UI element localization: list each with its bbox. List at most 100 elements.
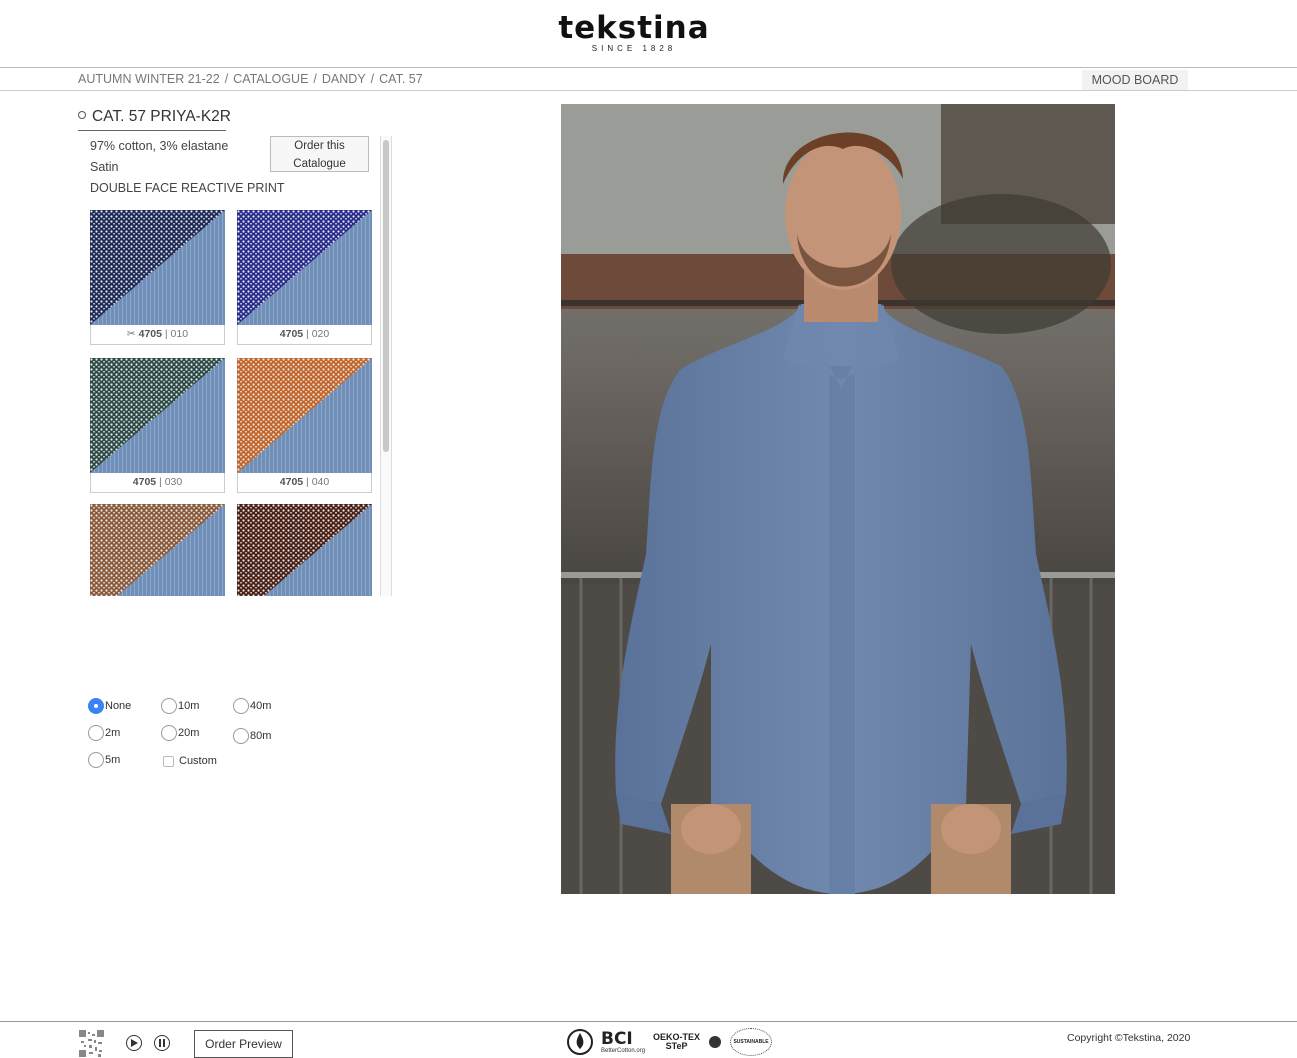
fabric-swatch-image [237,210,372,325]
radio-icon[interactable] [88,752,104,768]
play-button[interactable] [126,1035,142,1051]
breadcrumb-item[interactable]: CAT. 57 [379,72,423,86]
swatch-color-code: 040 [311,476,330,488]
qty-label: None [105,700,132,712]
fabric-swatch-image [90,358,225,473]
qty-option-none[interactable]: None [88,698,131,714]
step-text: STeP [665,1041,688,1051]
product-title: CAT. 57 PRIYA-K2R [78,108,231,131]
qr-code-icon[interactable] [79,1030,104,1057]
sustainable-logo: SUSTAINABLE [730,1028,773,1056]
oeko-tex-logo: OEKO-TEX STeP [653,1033,700,1051]
qty-option-80m[interactable]: 80m [233,728,271,744]
swatch-article: 4705 [138,328,162,340]
fabric-swatch-image [237,504,372,596]
qty-option-10m[interactable]: 10m [161,698,199,714]
qty-label: 10m [178,700,200,712]
checkbox-icon[interactable] [163,755,174,767]
sustainable-text: SUSTAINABLE [733,1039,769,1045]
swatch-label: 4705 | 040 [237,473,372,493]
pause-button[interactable] [154,1035,170,1051]
header-divider-top [0,67,1297,68]
swatch-separator: | [156,476,165,488]
radio-icon[interactable] [161,698,177,714]
swatch-image[interactable] [237,504,372,596]
radio-icon[interactable] [233,728,249,744]
scrollbar-thumb[interactable] [383,140,389,452]
product-finish: DOUBLE FACE REACTIVE PRINT [90,181,285,195]
swatch-tile[interactable]: 4705 | 030 [90,358,225,493]
order-catalogue-button[interactable]: Order this Catalogue [270,136,369,172]
swatch-image[interactable] [237,358,372,473]
swatch-separator: | [303,328,312,340]
order-catalogue-line2: Catalogue [293,158,346,170]
bullet-icon [78,111,86,119]
swatch-label: 4705 | 030 [90,473,225,493]
swatch-image[interactable] [237,210,372,325]
pause-icon [159,1039,165,1047]
qty-option-40m[interactable]: 40m [233,698,271,714]
certifications: BCI BetterCotton.org OEKO-TEX STeP SUSTA… [567,1027,773,1057]
qty-option-custom[interactable]: Custom [163,755,217,767]
brand-logo[interactable]: tekstina SINCE 1828 [544,12,724,53]
product-weave: Satin [90,160,119,174]
swatch-label: ✂ 4705 | 010 [90,325,225,345]
swatch-image[interactable] [90,358,225,473]
swatch-grid[interactable]: ✂ 4705 | 010 4705 | 020 4705 | 030 4705 | 0… [90,210,378,596]
brand-name: tekstina [558,10,710,46]
model-photo [561,104,1115,894]
product-title-text: CAT. 57 PRIYA-K2R [92,108,231,125]
swatch-tile[interactable] [90,504,225,596]
qty-option-2m[interactable]: 2m [88,725,120,741]
swatch-article: 4705 [279,476,304,488]
swatch-color-code: 010 [170,328,189,340]
swatch-tile[interactable]: ✂ 4705 | 010 [90,210,225,345]
fabric-swatch-image [90,504,225,596]
swatch-tile[interactable] [237,504,372,596]
breadcrumb: AUTUMN WINTER 21-22/CATALOGUE / DANDY / CAT.… [78,72,423,86]
fabric-swatch-image [90,210,225,325]
bci-logo: BCI BetterCotton.org [601,1028,646,1054]
swatch-scrollbar[interactable] [380,136,392,596]
swatch-color-code: 030 [164,476,183,488]
footer-divider [0,1021,1297,1022]
qty-label: Custom [179,755,217,767]
header-divider-bottom [0,90,1297,91]
swatch-separator: | [303,476,312,488]
qty-label: 40m [250,700,272,712]
mood-board-button[interactable]: MOOD BOARD [1082,70,1188,90]
swatch-tile[interactable]: 4705 | 020 [237,210,372,345]
swatch-image[interactable] [90,504,225,596]
breadcrumb-item[interactable]: AUTUMN WINTER 21-22 [78,72,220,86]
swatch-article: 4705 [132,476,157,488]
qty-label: 20m [178,727,200,739]
qty-label: 5m [105,754,121,766]
bci-text: BCI [601,1028,633,1049]
radio-icon[interactable] [88,725,104,741]
qty-option-5m[interactable]: 5m [88,752,120,768]
swatch-article: 4705 [279,328,304,340]
order-preview-button[interactable]: Order Preview [194,1030,293,1058]
swatch-separator: | [161,328,171,340]
fabric-swatch-image [237,358,372,473]
cotton-drop-logo-icon [567,1029,593,1055]
bci-url: BetterCotton.org [601,1047,646,1054]
radio-icon[interactable] [161,725,177,741]
qty-label: 2m [105,727,121,739]
qty-label: 80m [250,730,272,742]
order-catalogue-line1: Order this [294,140,345,152]
model-photo-image [561,104,1115,894]
swatch-label: 4705 | 020 [237,325,372,345]
breadcrumb-item[interactable]: CATALOGUE [233,72,308,86]
breadcrumb-item[interactable]: DANDY [322,72,366,86]
oeko-badge-icon [709,1036,722,1048]
radio-selected-icon[interactable] [88,698,104,714]
play-icon [131,1039,138,1047]
qty-option-20m[interactable]: 20m [161,725,199,741]
radio-icon[interactable] [233,698,249,714]
copyright-text: Copyright ©Tekstina, 2020 [1067,1032,1191,1044]
swatch-image[interactable] [90,210,225,325]
product-composition: 97% cotton, 3% elastane [90,139,229,153]
swatch-tile[interactable]: 4705 | 040 [237,358,372,493]
scissors-icon[interactable]: ✂ [127,328,139,340]
